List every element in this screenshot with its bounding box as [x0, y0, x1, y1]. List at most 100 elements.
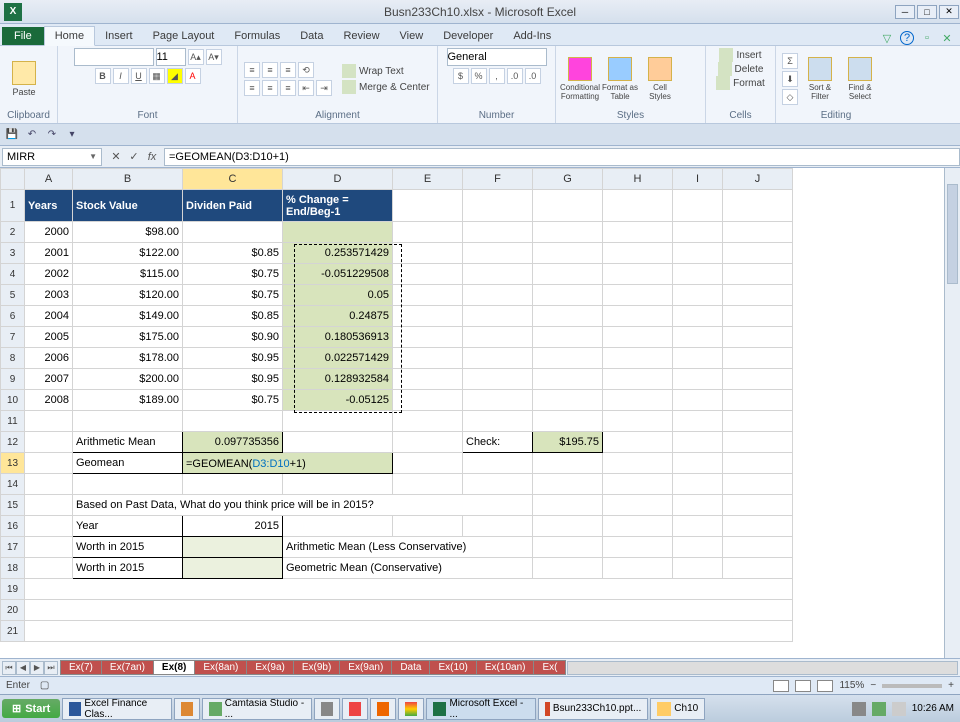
taskbar-item[interactable]	[342, 698, 368, 720]
cell[interactable]	[673, 495, 723, 516]
redo-icon[interactable]: ↷	[44, 127, 60, 143]
cell[interactable]	[463, 306, 533, 327]
conditional-formatting-button[interactable]: Conditional Formatting	[562, 54, 598, 104]
cell[interactable]	[723, 190, 793, 222]
close-workbook-icon[interactable]: ✕	[940, 31, 954, 45]
decrease-font-icon[interactable]: A▾	[206, 49, 222, 65]
cell[interactable]	[73, 411, 183, 432]
cell[interactable]	[463, 348, 533, 369]
restore-workbook-icon[interactable]: ▫	[920, 31, 934, 45]
cell[interactable]: Check:	[463, 432, 533, 453]
format-cells-button[interactable]: Format	[716, 76, 765, 90]
align-center-icon[interactable]: ≡	[262, 80, 278, 96]
align-middle-icon[interactable]: ≡	[262, 62, 278, 78]
zoom-level[interactable]: 115%	[839, 680, 864, 691]
cell[interactable]	[463, 190, 533, 222]
sheet-tab[interactable]: Ex(7)	[60, 660, 102, 675]
cell[interactable]: $175.00	[73, 327, 183, 348]
col-header-a[interactable]: A	[25, 169, 73, 190]
cell[interactable]	[723, 537, 793, 558]
cell[interactable]: 0.128932584	[283, 369, 393, 390]
cell[interactable]	[463, 453, 533, 474]
cell[interactable]: $0.85	[183, 243, 283, 264]
border-button[interactable]: ▦	[149, 68, 165, 84]
cell[interactable]	[603, 264, 673, 285]
cell[interactable]	[723, 390, 793, 411]
name-box[interactable]: MIRR▼	[2, 148, 102, 166]
cell[interactable]	[723, 327, 793, 348]
cell[interactable]	[25, 579, 793, 600]
col-header-e[interactable]: E	[393, 169, 463, 190]
zoom-out-icon[interactable]: −	[870, 680, 876, 691]
taskbar-item[interactable]	[174, 698, 200, 720]
cell[interactable]	[183, 474, 283, 495]
tab-formulas[interactable]: Formulas	[224, 27, 290, 45]
cell[interactable]	[533, 558, 603, 579]
sheet-tab[interactable]: Ex(10)	[429, 660, 476, 675]
cell[interactable]	[463, 390, 533, 411]
cell[interactable]	[283, 222, 393, 243]
cell[interactable]: 0.05	[283, 285, 393, 306]
taskbar-item[interactable]: Excel Finance Clas...	[62, 698, 172, 720]
cancel-formula-icon[interactable]: ✕	[108, 149, 124, 165]
cell[interactable]	[463, 474, 533, 495]
cell[interactable]	[673, 190, 723, 222]
taskbar-item[interactable]	[398, 698, 424, 720]
bold-button[interactable]: B	[95, 68, 111, 84]
sheet-tab-active[interactable]: Ex(8)	[153, 660, 195, 675]
sheet-tab[interactable]: Ex(9b)	[293, 660, 340, 675]
taskbar-item[interactable]: Ch10	[650, 698, 705, 720]
cell[interactable]: $149.00	[73, 306, 183, 327]
cell[interactable]	[25, 558, 73, 579]
cell[interactable]: 0.022571429	[283, 348, 393, 369]
cell[interactable]	[533, 411, 603, 432]
cell[interactable]: $120.00	[73, 285, 183, 306]
cell[interactable]: Arithmetic Mean	[73, 432, 183, 453]
col-header-c[interactable]: C	[183, 169, 283, 190]
cell[interactable]	[183, 558, 283, 579]
editing-cell[interactable]: =GEOMEAN(D3:D10+1)	[183, 453, 393, 474]
undo-icon[interactable]: ↶	[24, 127, 40, 143]
cell[interactable]	[603, 558, 673, 579]
cell[interactable]: $0.90	[183, 327, 283, 348]
cell[interactable]	[393, 390, 463, 411]
insert-cells-button[interactable]: Insert	[719, 48, 761, 62]
cell[interactable]	[393, 432, 463, 453]
cell[interactable]	[393, 285, 463, 306]
cell[interactable]	[723, 243, 793, 264]
cell[interactable]	[533, 264, 603, 285]
cell-styles-button[interactable]: Cell Styles	[642, 54, 678, 104]
cell[interactable]: 0.253571429	[283, 243, 393, 264]
cell[interactable]: Geometric Mean (Conservative)	[283, 558, 533, 579]
cell[interactable]	[463, 264, 533, 285]
cell[interactable]	[73, 474, 183, 495]
close-button[interactable]: ✕	[939, 5, 959, 19]
cell[interactable]	[673, 432, 723, 453]
cell[interactable]	[603, 453, 673, 474]
cell[interactable]: $122.00	[73, 243, 183, 264]
cell[interactable]	[393, 474, 463, 495]
sheet-tab[interactable]: Data	[391, 660, 430, 675]
cell[interactable]	[673, 306, 723, 327]
autosum-icon[interactable]: Σ	[782, 53, 798, 69]
cell[interactable]	[533, 369, 603, 390]
cell[interactable]	[603, 432, 673, 453]
cell[interactable]: % Change = End/Beg-1	[283, 190, 393, 222]
font-size-select[interactable]	[156, 48, 186, 66]
cell[interactable]	[723, 306, 793, 327]
cell[interactable]	[463, 285, 533, 306]
cell[interactable]: 2002	[25, 264, 73, 285]
cell[interactable]	[673, 558, 723, 579]
cell[interactable]: 2015	[183, 516, 283, 537]
cell[interactable]	[673, 537, 723, 558]
cell[interactable]	[603, 222, 673, 243]
cell[interactable]: 2005	[25, 327, 73, 348]
cell[interactable]	[393, 222, 463, 243]
tab-developer[interactable]: Developer	[433, 27, 503, 45]
font-color-button[interactable]: A	[185, 68, 201, 84]
col-header-j[interactable]: J	[723, 169, 793, 190]
cell[interactable]	[533, 495, 603, 516]
col-header-g[interactable]: G	[533, 169, 603, 190]
delete-cells-button[interactable]: Delete	[718, 62, 764, 76]
cell[interactable]	[603, 369, 673, 390]
